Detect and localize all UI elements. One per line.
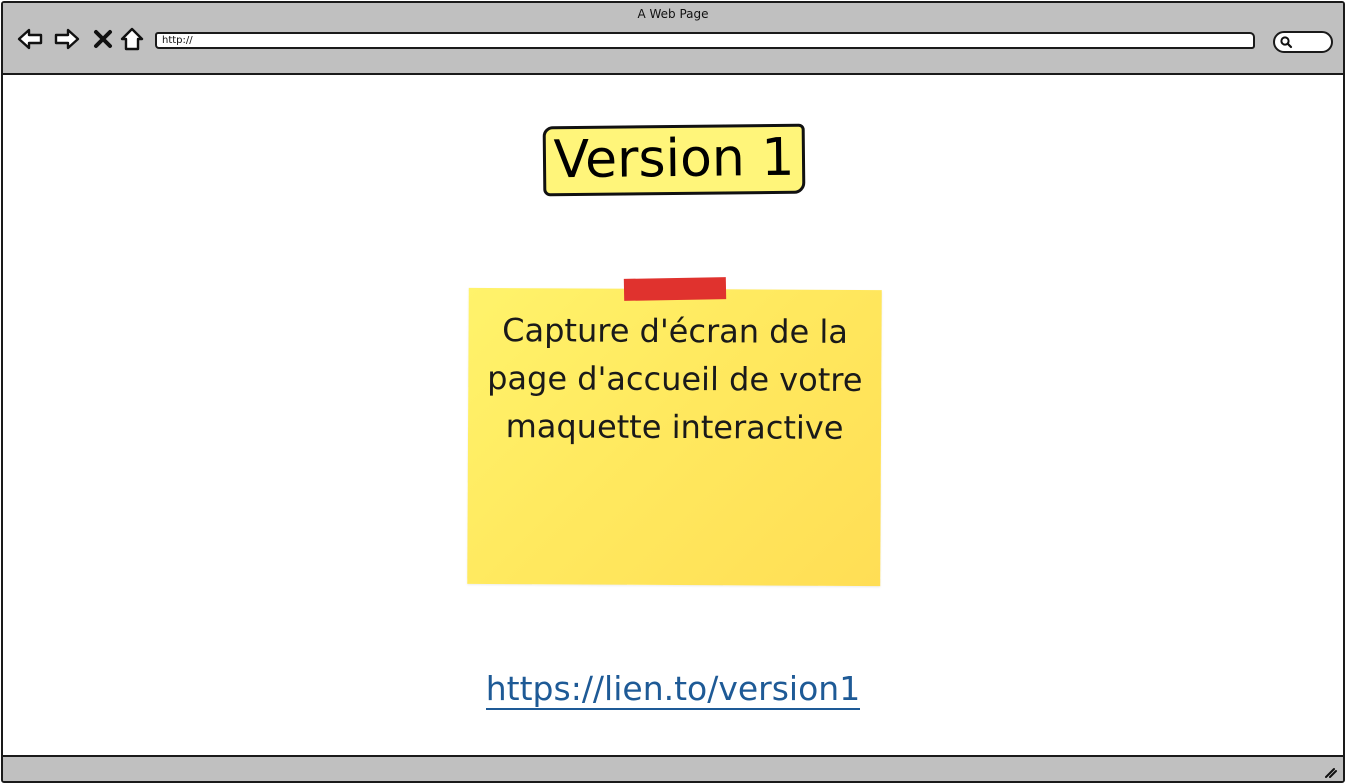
browser-window: A Web Page http:// Version 1 Capture d'é… — [1, 1, 1345, 783]
sticky-note-tape — [623, 277, 727, 301]
stop-close-icon[interactable] — [91, 25, 115, 53]
status-bar — [3, 755, 1343, 781]
search-icon — [1280, 36, 1293, 49]
version-link: https://lien.to/version1 — [3, 669, 1343, 710]
url-input[interactable]: http:// — [155, 32, 1255, 49]
page-content: Version 1 Capture d'écran de la page d'a… — [3, 75, 1343, 759]
url-text: http:// — [162, 35, 193, 46]
browser-toolbar: A Web Page http:// — [3, 3, 1343, 75]
sticky-note-text: Capture d'écran de la page d'accueil de … — [487, 311, 863, 447]
search-field[interactable] — [1273, 31, 1333, 53]
window-title: A Web Page — [637, 7, 709, 21]
resize-grip-icon[interactable] — [1323, 764, 1337, 778]
version-link-text[interactable]: https://lien.to/version1 — [485, 669, 861, 710]
version-title: Version 1 — [542, 123, 806, 197]
forward-arrow-icon[interactable] — [53, 25, 81, 53]
sticky-note: Capture d'écran de la page d'accueil de … — [467, 287, 882, 587]
back-arrow-icon[interactable] — [16, 25, 44, 53]
home-icon[interactable] — [118, 25, 146, 53]
